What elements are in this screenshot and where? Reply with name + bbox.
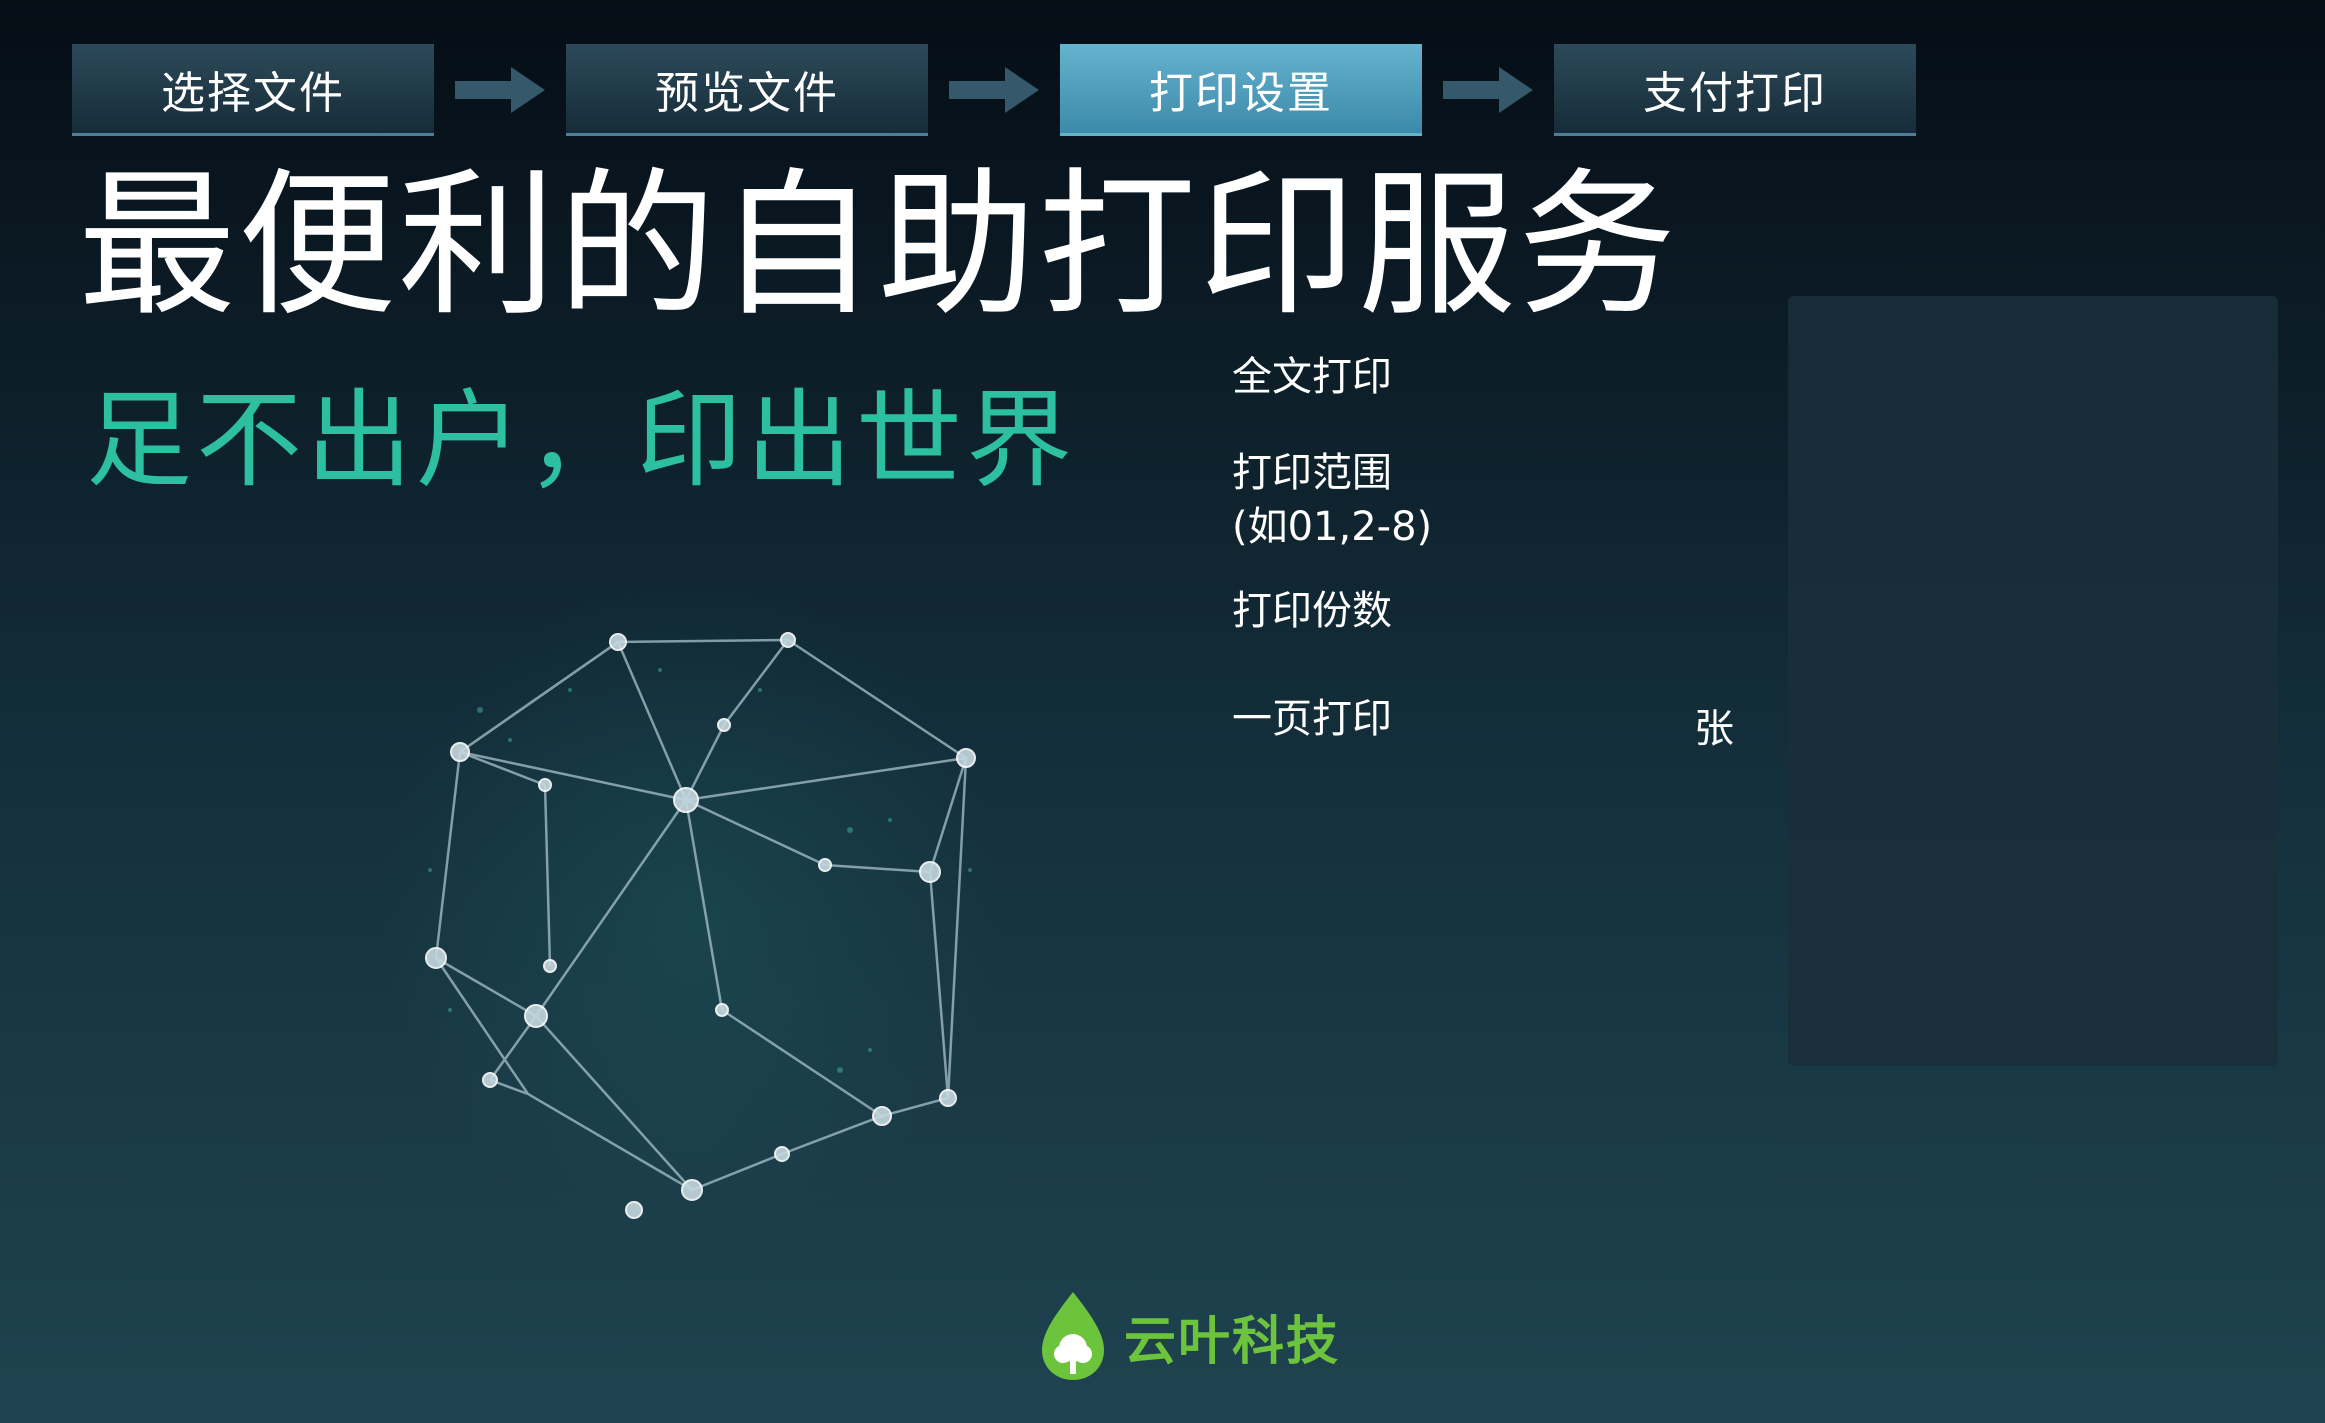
- step-pay-print[interactable]: 支付打印: [1554, 44, 1916, 136]
- network-globe-illustration: [370, 570, 1010, 1250]
- full-print-label[interactable]: 全文打印: [1232, 350, 1392, 404]
- per-page-unit: 张: [1694, 706, 1734, 752]
- copies-input[interactable]: [1482, 580, 1736, 636]
- step-print-settings[interactable]: 打印设置: [1060, 44, 1422, 136]
- step-select-file[interactable]: 选择文件: [72, 44, 434, 136]
- copies-label: 打印份数: [1232, 588, 1392, 634]
- per-page-label: 一页打印: [1232, 696, 1392, 742]
- step-bar: 选择文件 预览文件 打印设置 支付打印: [72, 44, 1916, 136]
- step-preview-file[interactable]: 预览文件: [566, 44, 928, 136]
- leaf-logo-icon: [1042, 1292, 1104, 1380]
- arrow-right-icon: [1422, 44, 1554, 136]
- brand-name: 云叶科技: [1124, 1310, 1341, 1372]
- preview-panel: [1788, 296, 2278, 1066]
- per-page-input[interactable]: [1482, 690, 1686, 746]
- range-hint: (如01,2-8): [1232, 504, 1433, 550]
- brand-logo: 云叶科技: [1040, 1290, 1340, 1382]
- page-title: 最便利的自助打印服务: [78, 154, 1678, 338]
- range-input[interactable]: [1482, 470, 1736, 526]
- print-settings-form: 全文打印 打印范围 (如01,2-8) 打印份数 一页打印 张: [1232, 340, 1772, 780]
- range-label: 打印范围: [1232, 450, 1392, 496]
- arrow-right-icon: [928, 44, 1060, 136]
- slogan: 足不出户，印出世界: [86, 379, 1076, 502]
- arrow-right-icon: [434, 44, 566, 136]
